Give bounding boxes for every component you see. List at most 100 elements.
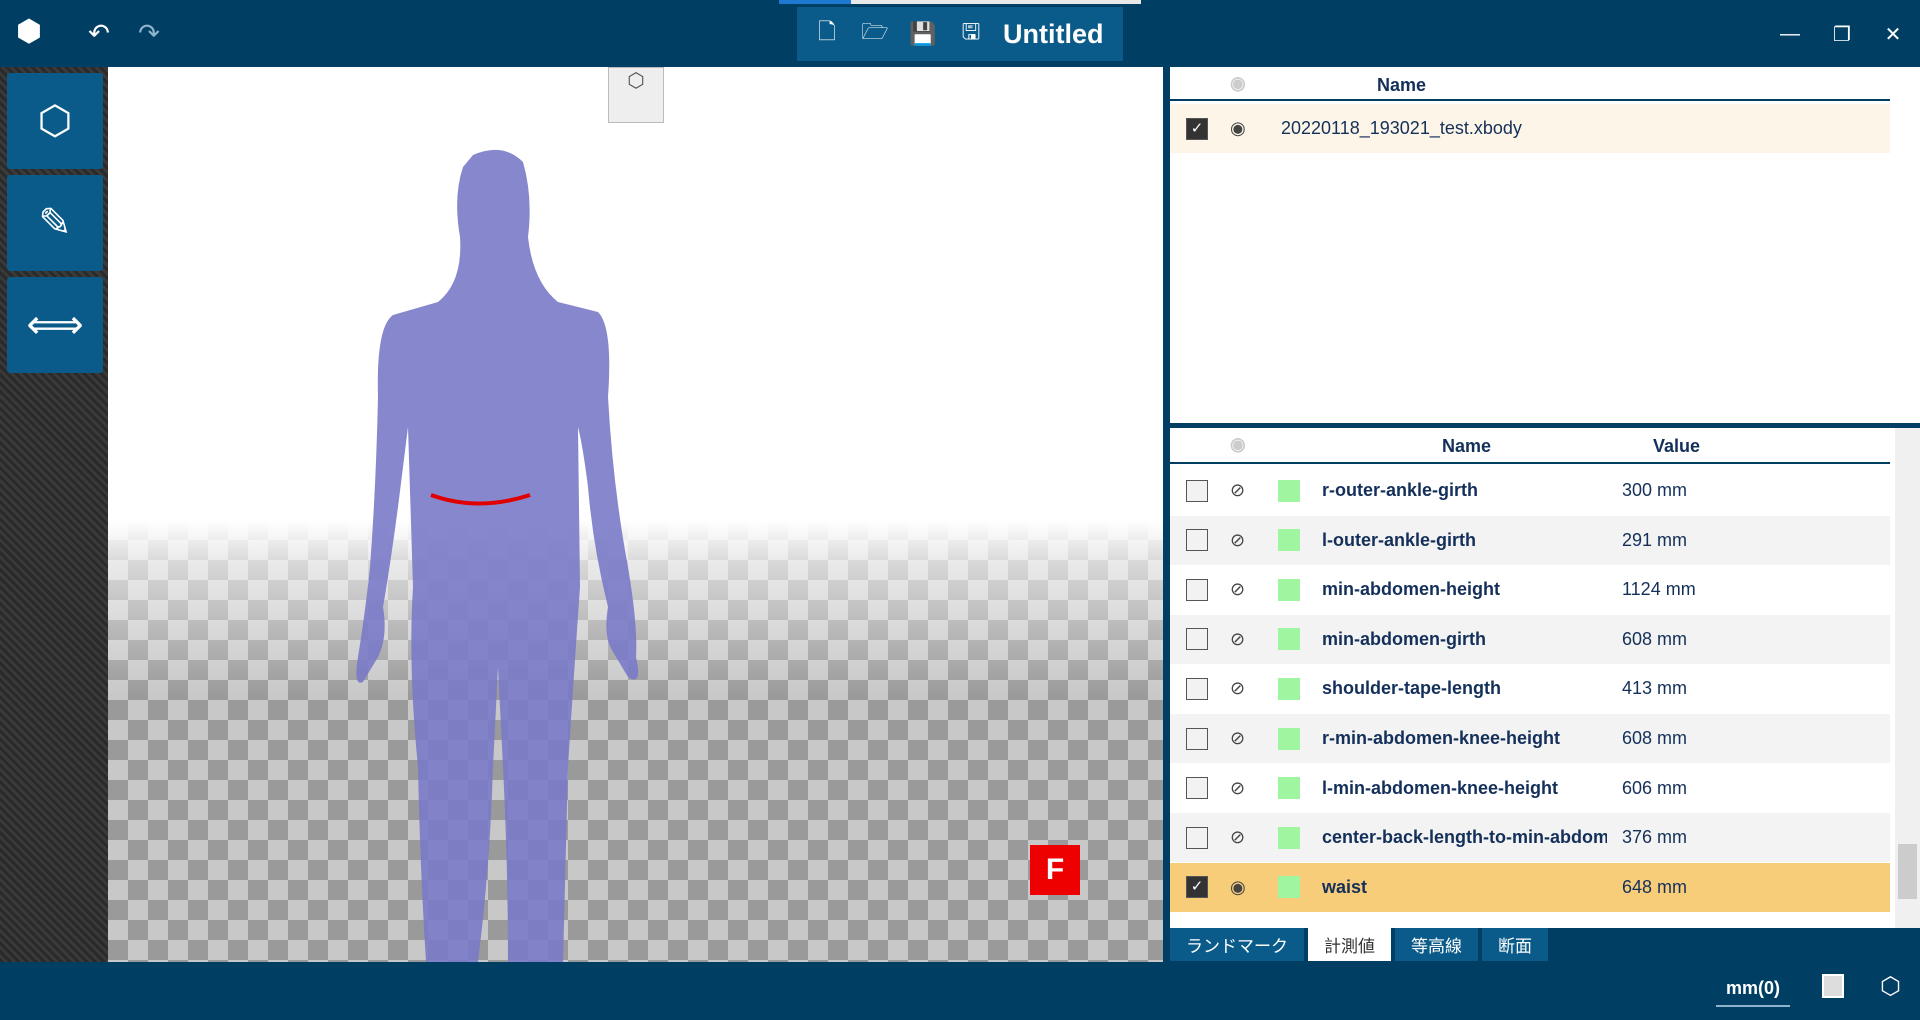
measurement-value: 291 mm (1622, 529, 1688, 550)
row-checkbox[interactable] (1186, 529, 1208, 552)
measurement-value: 648 mm (1622, 876, 1688, 897)
measurement-name: min-abdomen-height (1322, 579, 1500, 600)
shape-tool-button[interactable]: ⬡ (7, 73, 103, 169)
minimize-button[interactable]: — (1770, 14, 1810, 54)
measure-tool-icon: ✎ (38, 201, 72, 245)
progress-strip (779, 0, 1141, 4)
logo-icon: ⬢ (15, 14, 43, 48)
status-bar: mm(0) ⬡ (0, 962, 1920, 1020)
color-swatch[interactable] (1278, 628, 1300, 651)
new-file-icon[interactable]: 🗋 (807, 14, 847, 54)
panel-tabs: ランドマーク 計測値 等高線 断面 (1170, 928, 1548, 961)
color-swatch[interactable] (1278, 677, 1300, 700)
name-column-header: Name (1442, 436, 1492, 456)
measurement-header: ◉ Name Value (1170, 428, 1890, 464)
frame-toggle-icon[interactable] (1822, 974, 1844, 998)
title-bar: ⬢ ↶ ↷ 🗋 🗁 💾 🖫 Untitled — ❐ ✕ (0, 0, 1920, 67)
eye-off-icon[interactable]: ⊘ (1230, 678, 1245, 699)
shape-tool-icon: ⬡ (37, 99, 73, 143)
save-as-icon[interactable]: 🖫 (951, 14, 991, 54)
document-title: Untitled (1003, 18, 1104, 49)
measurement-row[interactable]: ✓ ◉ waist 648 mm (1170, 862, 1890, 912)
measurement-value: 608 mm (1622, 628, 1688, 649)
tab-contour[interactable]: 等高線 (1395, 928, 1478, 961)
measurement-value: 413 mm (1622, 678, 1688, 699)
row-checkbox[interactable]: ✓ (1186, 876, 1208, 899)
file-checkbox[interactable]: ✓ (1186, 117, 1208, 140)
measurement-row[interactable]: ⊘ min-abdomen-height 1124 mm (1170, 565, 1890, 615)
eye-off-icon[interactable]: ⊘ (1230, 778, 1245, 799)
color-swatch[interactable] (1278, 777, 1300, 800)
eye-icon[interactable]: ◉ (1230, 877, 1246, 898)
3d-viewport[interactable]: ⬡ F (108, 67, 1163, 962)
measurement-name: r-min-abdomen-knee-height (1322, 728, 1561, 748)
measurement-name: min-abdomen-girth (1322, 628, 1486, 649)
measurement-value: 1124 mm (1622, 579, 1696, 600)
color-swatch[interactable] (1278, 479, 1300, 502)
measurement-name: waist (1322, 876, 1368, 897)
measure-tool-button[interactable]: ✎ (7, 175, 103, 271)
eye-off-icon[interactable]: ⊘ (1230, 480, 1245, 501)
maximize-button[interactable]: ❐ (1822, 14, 1862, 54)
measurement-row[interactable]: ⊘ r-outer-ankle-girth 300 mm (1170, 466, 1890, 515)
body-model (356, 149, 639, 962)
close-button[interactable]: ✕ (1873, 14, 1913, 54)
row-checkbox[interactable] (1186, 727, 1208, 750)
measurement-row[interactable]: ⊘ l-outer-ankle-girth 291 mm (1170, 515, 1890, 565)
color-swatch[interactable] (1278, 727, 1300, 750)
measurement-value: 300 mm (1622, 480, 1688, 500)
measurement-table: ◉ Name Value ⊘ r-outer-ankle-girth 300 m… (1170, 428, 1920, 928)
measurement-row[interactable]: ⊘ l-min-abdomen-knee-height 606 mm (1170, 763, 1890, 813)
front-orientation-marker[interactable]: F (1030, 845, 1080, 895)
measurement-value: 608 mm (1622, 728, 1688, 748)
measurement-row[interactable]: ⊘ r-min-abdomen-knee-height 608 mm (1170, 714, 1890, 763)
measurement-row[interactable]: ⊘ center-back-length-to-min-abdom 376 mm (1170, 813, 1890, 863)
measurement-row[interactable]: ⊘ min-abdomen-girth 608 mm (1170, 614, 1890, 664)
row-checkbox[interactable] (1186, 628, 1208, 651)
file-row[interactable]: ✓ ◉ 20220118_193021_test.xbody (1170, 104, 1890, 153)
unit-selector[interactable]: mm(0) (1716, 978, 1791, 1007)
measurement-name: r-outer-ankle-girth (1322, 480, 1479, 500)
eye-icon[interactable]: ◉ (1230, 118, 1246, 139)
row-checkbox[interactable] (1186, 777, 1208, 800)
vertical-scrollbar[interactable] (1895, 428, 1920, 928)
eye-off-icon[interactable]: ⊘ (1230, 728, 1245, 749)
open-file-icon[interactable]: 🗁 (855, 14, 895, 54)
visibility-header-icon: ◉ (1230, 73, 1246, 93)
color-swatch[interactable] (1278, 529, 1300, 552)
measurement-name: l-min-abdomen-knee-height (1322, 777, 1559, 798)
file-toolbar: 🗋 🗁 💾 🖫 Untitled (797, 7, 1123, 61)
file-list-header: ◉ Name (1170, 67, 1890, 101)
body-silhouette (356, 149, 639, 962)
color-swatch[interactable] (1278, 876, 1300, 899)
value-column-header: Value (1653, 436, 1701, 456)
measurement-name: center-back-length-to-min-abdom (1322, 827, 1607, 848)
eye-off-icon[interactable]: ⊘ (1230, 827, 1245, 848)
row-checkbox[interactable] (1186, 826, 1208, 849)
distance-tool-button[interactable]: ⟺ (7, 277, 103, 373)
eye-off-icon[interactable]: ⊘ (1230, 579, 1245, 600)
tab-measurements[interactable]: 計測値 (1308, 928, 1391, 961)
app-badge-icon[interactable]: ⬡ (1880, 972, 1901, 1001)
save-icon[interactable]: 💾 (903, 14, 943, 54)
row-checkbox[interactable] (1186, 677, 1208, 700)
visibility-header-icon: ◉ (1230, 434, 1246, 454)
measurement-row[interactable]: ⊘ shoulder-tape-length 413 mm (1170, 664, 1890, 714)
eye-off-icon[interactable]: ⊘ (1230, 629, 1245, 650)
tab-landmark[interactable]: ランドマーク (1170, 928, 1304, 961)
tab-section[interactable]: 断面 (1482, 928, 1548, 961)
name-column-header: Name (1377, 75, 1427, 95)
measurement-name: shoulder-tape-length (1322, 678, 1501, 699)
row-checkbox[interactable] (1186, 578, 1208, 601)
color-swatch[interactable] (1278, 578, 1300, 601)
distance-tool-icon: ⟺ (26, 303, 84, 347)
scrollbar-thumb[interactable] (1898, 844, 1917, 899)
measurement-value: 606 mm (1622, 777, 1688, 798)
undo-icon[interactable]: ↶ (80, 14, 118, 52)
left-toolbar: ⬡ ✎ ⟺ (0, 67, 108, 962)
measurement-value: 376 mm (1622, 827, 1688, 848)
color-swatch[interactable] (1278, 826, 1300, 849)
eye-off-icon[interactable]: ⊘ (1230, 530, 1245, 551)
row-checkbox[interactable] (1186, 479, 1208, 502)
redo-icon[interactable]: ↷ (130, 14, 168, 52)
